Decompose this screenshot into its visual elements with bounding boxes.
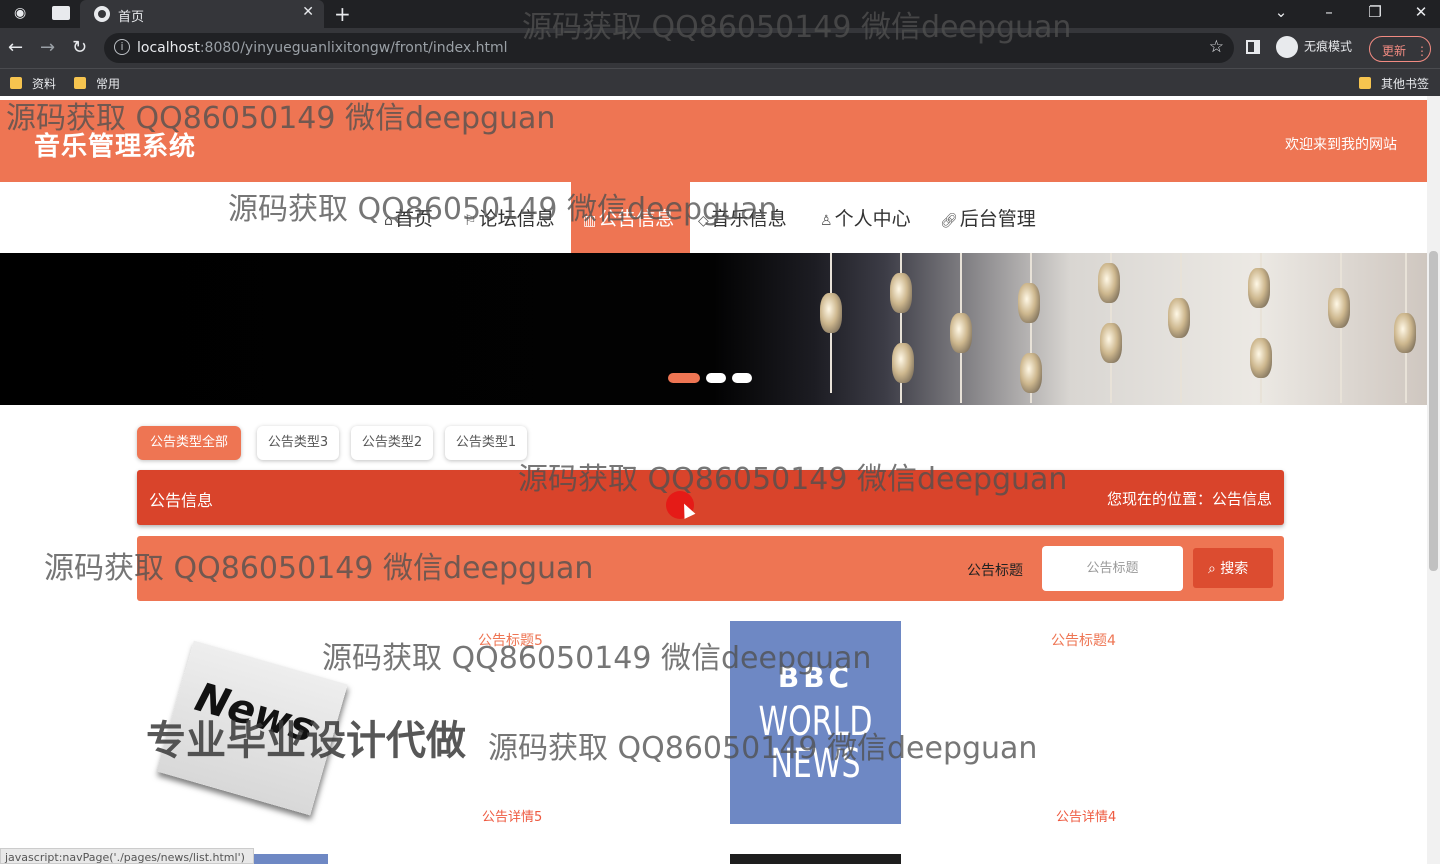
banner-decoration — [890, 273, 912, 313]
bookmark-folder-changyong[interactable]: 常用 — [74, 75, 120, 92]
bookmarks-bar: 资料 常用 其他书签 — [0, 68, 1440, 96]
banner-decoration — [1020, 353, 1042, 393]
nav-admin[interactable]: 🔗︎ 后台管理 — [940, 204, 1036, 231]
card-desc: 公告详情4 — [1056, 810, 1117, 825]
flag-icon: ⚐ — [464, 213, 477, 229]
site-title: 音乐管理系统 — [34, 132, 197, 162]
promo-overlay-text: 专业毕业设计代做 — [146, 718, 466, 764]
carousel-dot-2[interactable] — [706, 373, 726, 383]
banner-decoration — [1168, 298, 1190, 338]
site-favicon-icon — [94, 6, 110, 22]
restore-icon[interactable]: ❐ — [1360, 3, 1390, 21]
status-bar-link: javascript:navPage('./pages/news/list.ht… — [0, 848, 254, 864]
update-button[interactable]: 更新 ⋮ — [1369, 36, 1431, 62]
globe-icon[interactable]: ◉ — [14, 5, 26, 21]
close-tab-icon[interactable]: ✕ — [302, 4, 314, 20]
banner-decoration — [1394, 313, 1416, 353]
page-scrollbar[interactable] — [1427, 96, 1440, 864]
search-input[interactable] — [1042, 546, 1183, 591]
main-nav: ⌂ 首页 ⚐ 论坛信息 ◇ 音乐信息 ♙ 个人中心 🔗︎ 后台管理 — [0, 182, 1427, 252]
browser-tab-strip: ◉ 首页 ✕ + ⌄ – ❐ ✕ — [0, 0, 1440, 28]
bookmark-star-icon[interactable]: ☆ — [1209, 37, 1224, 57]
nav-home[interactable]: ⌂ 首页 — [384, 204, 433, 231]
nav-profile[interactable]: ♙ 个人中心 — [820, 204, 911, 231]
side-panel-icon[interactable] — [1246, 40, 1260, 54]
carousel-dot-3[interactable] — [732, 373, 752, 383]
new-tab-icon[interactable]: + — [334, 2, 351, 26]
chevron-down-icon[interactable]: ⌄ — [1266, 3, 1296, 21]
search-label: 公告标题 — [967, 563, 1023, 579]
user-icon: ♙ — [820, 213, 833, 229]
browser-tab-home[interactable]: 首页 ✕ — [80, 0, 324, 28]
banner-decoration — [1248, 268, 1270, 308]
site-header: 音乐管理系统 欢迎来到我的网站 — [0, 100, 1427, 182]
page-viewport: 音乐管理系统 欢迎来到我的网站 ⌂ 首页 ⚐ 论坛信息 ◇ 音乐信息 ♙ 个人中心 🔗︎… — [0, 96, 1440, 864]
filter-all[interactable]: 公告类型全部 — [137, 426, 241, 460]
reload-icon[interactable]: ↻ — [72, 37, 87, 58]
bookmark-folder-ziliao[interactable]: 资料 — [10, 75, 56, 92]
banner-decoration — [1250, 338, 1272, 378]
welcome-text: 欢迎来到我的网站 — [1285, 137, 1397, 153]
banner-decoration — [950, 313, 972, 353]
folder-icon — [74, 77, 86, 89]
other-bookmarks[interactable]: 其他书签 — [1359, 75, 1429, 92]
home-icon: ⌂ — [384, 213, 393, 229]
minimize-icon[interactable]: – — [1314, 3, 1344, 21]
section-title: 公告信息 — [149, 491, 214, 510]
news-thumbnail-image[interactable] — [254, 854, 328, 864]
card-title[interactable]: 公告标题5 — [478, 630, 543, 650]
link-icon: 🔗︎ — [940, 213, 958, 229]
banner-carousel[interactable] — [0, 253, 1427, 405]
banner-decoration — [1328, 288, 1350, 328]
banner-decoration — [1100, 323, 1122, 363]
tab-title: 首页 — [118, 10, 145, 25]
filter-type-3[interactable]: 公告类型3 — [257, 426, 339, 460]
banner-decoration — [1340, 253, 1342, 403]
folder-icon — [1359, 77, 1371, 89]
search-icon: ⌕ — [1208, 561, 1216, 577]
location-text: 您现在的位置：公告信息 — [1106, 490, 1272, 508]
nav-announcements[interactable]: ▥ 公告信息 — [571, 182, 690, 254]
breadcrumb: 公告信息 您现在的位置：公告信息 — [137, 470, 1284, 525]
tag-icon: ◇ — [698, 213, 709, 229]
address-bar[interactable]: i localhost:8080/yinyueguanlixitongw/fro… — [104, 33, 1234, 63]
filter-type-2[interactable]: 公告类型2 — [351, 426, 433, 460]
back-icon[interactable]: ← — [8, 37, 23, 58]
banner-decoration — [820, 293, 842, 333]
search-button[interactable]: ⌕ 搜索 — [1193, 548, 1273, 588]
banner-decoration — [1098, 263, 1120, 303]
nav-announcements-label: ▥ 公告信息 — [583, 208, 675, 230]
folder-icon — [10, 77, 22, 89]
news-thumbnail-image[interactable] — [730, 854, 901, 864]
window-close-icon[interactable]: ✕ — [1406, 3, 1436, 21]
nav-music[interactable]: ◇ 音乐信息 — [698, 204, 787, 231]
browser-toolbar: ← → ↻ i localhost:8080/yinyueguanlixiton… — [0, 28, 1440, 68]
tab-search-icon[interactable] — [52, 6, 70, 20]
info-icon[interactable]: i — [114, 39, 130, 55]
url-text[interactable]: localhost:8080/yinyueguanlixitongw/front… — [137, 40, 508, 56]
banner-decoration — [892, 343, 914, 383]
incognito-indicator[interactable]: 无痕模式 — [1276, 36, 1352, 58]
incognito-icon — [1276, 36, 1298, 58]
nav-forum[interactable]: ⚐ 论坛信息 — [464, 204, 555, 231]
news-icon: ▥ — [583, 213, 597, 229]
scrollbar-thumb[interactable] — [1429, 251, 1438, 571]
bbc-news-image[interactable]: BBC WORLD NEWS — [730, 621, 901, 824]
card-desc: 公告详情5 — [482, 810, 543, 825]
card-title[interactable]: 公告标题4 — [1051, 630, 1116, 650]
mouse-cursor-highlight — [666, 491, 694, 519]
filter-type-1[interactable]: 公告类型1 — [445, 426, 527, 460]
search-bar: 公告标题 ⌕ 搜索 — [137, 536, 1284, 601]
forward-icon[interactable]: → — [40, 37, 55, 58]
banner-decoration — [1018, 283, 1040, 323]
carousel-dot-1[interactable] — [668, 373, 700, 383]
